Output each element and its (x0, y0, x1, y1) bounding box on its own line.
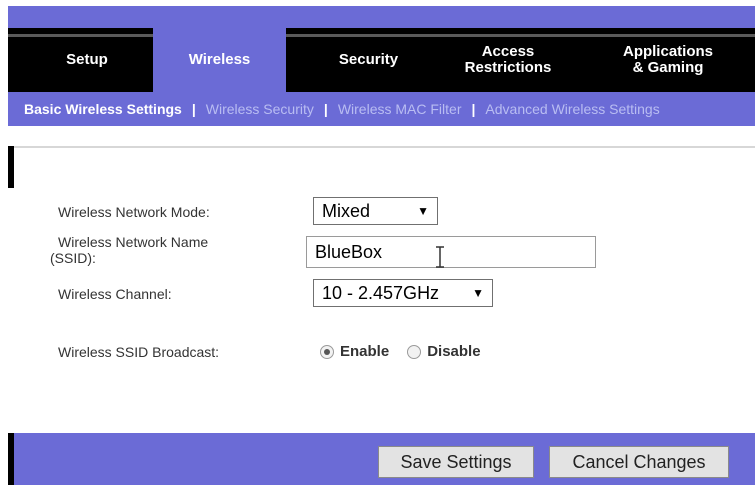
top-accent-strip (8, 6, 755, 28)
subtab-separator: | (323, 101, 328, 117)
chevron-down-icon: ▼ (417, 204, 429, 218)
tab-security[interactable]: Security (296, 28, 441, 92)
sub-tab-bar: Basic Wireless Settings | Wireless Secur… (8, 92, 755, 126)
channel-value: 10 - 2.457GHz (322, 282, 440, 303)
subtab-advanced-wireless-settings[interactable]: Advanced Wireless Settings (479, 101, 665, 117)
left-edge-block (8, 146, 14, 188)
main-tab-bar: Setup Wireless Security Access Restricti… (8, 28, 755, 92)
tab-applications-label-line2: & Gaming (632, 59, 704, 76)
network-mode-select[interactable]: Mixed ▼ (313, 197, 438, 225)
tab-access-label-line1: Access (481, 43, 535, 60)
tab-applications-label-line1: Applications (622, 43, 713, 60)
channel-label: Wireless Channel: (58, 286, 172, 302)
router-admin-page: Setup Wireless Security Access Restricti… (0, 0, 755, 485)
network-name-label-line2: (SSID): (50, 250, 96, 266)
save-settings-button[interactable]: Save Settings (378, 446, 534, 478)
network-mode-label: Wireless Network Mode: (58, 204, 210, 220)
subtab-separator: | (191, 101, 196, 117)
ssid-input[interactable] (306, 236, 596, 268)
disable-radio-label[interactable]: Disable (427, 343, 480, 360)
subtab-wireless-security[interactable]: Wireless Security (200, 101, 320, 117)
ssid-broadcast-radio-group: Enable Disable (320, 343, 499, 360)
channel-select[interactable]: 10 - 2.457GHz ▼ (313, 279, 493, 307)
ssid-broadcast-label: Wireless SSID Broadcast: (58, 344, 220, 360)
enable-radio[interactable] (320, 344, 334, 359)
tab-applications-gaming[interactable]: Applications & Gaming (598, 28, 738, 92)
network-mode-value: Mixed (322, 200, 371, 221)
tab-access-restrictions[interactable]: Access Restrictions (448, 28, 568, 92)
tab-setup-label: Setup (66, 51, 108, 68)
network-name-label: Wireless Network Name (SSID): (50, 234, 209, 266)
content-top-divider (8, 146, 755, 148)
network-name-label-line1: Wireless Network Name (58, 234, 209, 250)
disable-radio[interactable] (407, 344, 422, 359)
subtab-separator: | (471, 101, 476, 117)
tab-wireless-label: Wireless (188, 51, 251, 68)
subtab-basic-wireless-settings[interactable]: Basic Wireless Settings (18, 101, 188, 117)
tab-access-label-line2: Restrictions (464, 59, 552, 76)
tab-security-label: Security (338, 51, 399, 68)
text-cursor-icon (436, 246, 444, 268)
tab-wireless[interactable]: Wireless (153, 28, 286, 92)
subtab-wireless-mac-filter[interactable]: Wireless MAC Filter (332, 101, 468, 117)
cancel-changes-button[interactable]: Cancel Changes (549, 446, 729, 478)
chevron-down-icon: ▼ (472, 286, 484, 300)
tab-setup[interactable]: Setup (26, 28, 148, 92)
enable-radio-label[interactable]: Enable (340, 343, 389, 360)
